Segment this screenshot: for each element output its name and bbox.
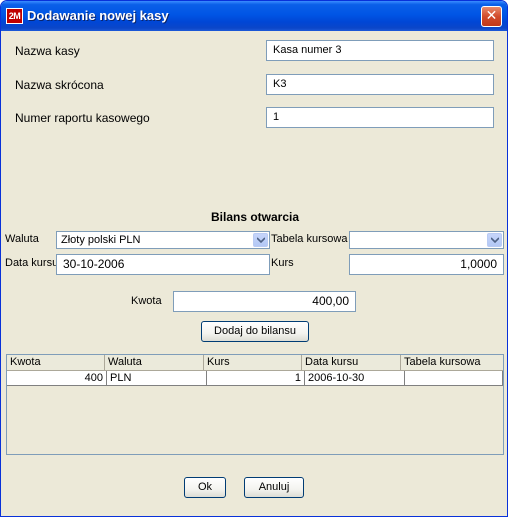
short-name-input[interactable]: K3 [266,74,494,95]
ok-button[interactable]: Ok [184,477,226,498]
cancel-button[interactable]: Anuluj [244,477,304,498]
column-header-currency[interactable]: Waluta [105,355,204,370]
chevron-down-icon[interactable] [487,233,502,247]
rate-label: Kurs [271,257,294,269]
app-logo-icon: 2M [6,8,23,24]
report-number-label: Numer raportu kasowego [15,111,150,125]
column-header-rate[interactable]: Kurs [204,355,302,370]
rate-date-input[interactable]: 30-10-2006 [56,254,270,275]
title-bar[interactable]: 2M Dodawanie nowej kasy ✕ [1,1,507,31]
column-header-rate-date[interactable]: Data kursu [302,355,401,370]
close-button[interactable]: ✕ [481,6,502,27]
dialog-window: 2M Dodawanie nowej kasy ✕ Nazwa kasy Kas… [0,0,508,517]
amount-input[interactable]: 400,00 [173,291,356,312]
table-row[interactable]: 400 PLN 1 2006-10-30 [7,371,503,386]
report-number-input[interactable]: 1 [266,107,494,128]
cash-name-label: Nazwa kasy [15,44,80,58]
cash-name-input[interactable]: Kasa numer 3 [266,40,494,61]
cell-currency[interactable]: PLN [107,371,207,386]
chevron-down-icon[interactable] [253,233,268,247]
rate-table-label: Tabela kursowa [271,233,348,245]
window-title: Dodawanie nowej kasy [27,8,169,23]
amount-label: Kwota [131,295,162,307]
currency-select[interactable]: Złoty polski PLN [56,231,270,249]
currency-select-value: Złoty polski PLN [61,234,141,246]
short-name-label: Nazwa skrócona [15,78,104,92]
rate-date-label: Data kursu [5,257,59,269]
currency-label: Waluta [5,233,39,245]
table-header: Kwota Waluta Kurs Data kursu Tabela kurs… [7,355,503,371]
add-to-balance-button[interactable]: Dodaj do bilansu [201,321,309,342]
section-title: Bilans otwarcia [210,210,300,224]
cell-rate[interactable]: 1 [207,371,305,386]
column-header-rate-table[interactable]: Tabela kursowa [401,355,503,370]
cell-amount[interactable]: 400 [7,371,107,386]
cell-rate-table[interactable] [405,371,503,386]
rate-table-select[interactable] [349,231,504,249]
balance-table: Kwota Waluta Kurs Data kursu Tabela kurs… [6,354,504,455]
rate-input[interactable]: 1,0000 [349,254,504,275]
column-header-amount[interactable]: Kwota [7,355,105,370]
cell-rate-date[interactable]: 2006-10-30 [305,371,405,386]
